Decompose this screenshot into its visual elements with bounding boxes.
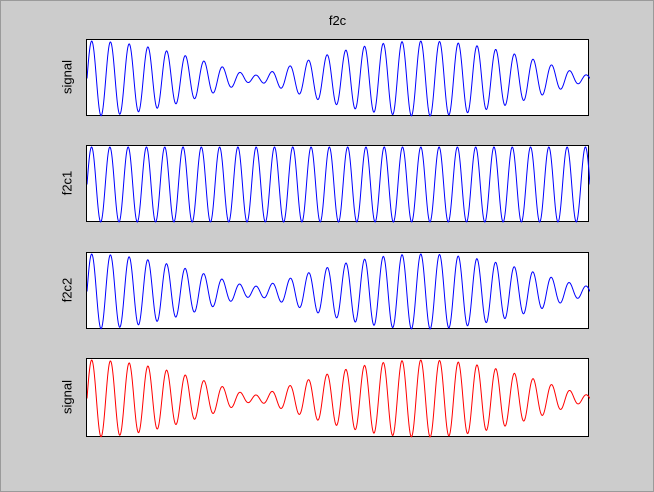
plot-2 (87, 146, 590, 223)
axes-4 (86, 358, 590, 438)
ylabel-4: signal (59, 380, 75, 414)
ylabel-3: f2c2 (59, 277, 75, 303)
series-line-2 (87, 146, 590, 223)
ylabel-1: signal (59, 60, 75, 94)
figure-window: f2c signal f2c1 f2c2 signal (0, 0, 654, 492)
series-line-4 (87, 359, 590, 438)
series-line-1 (87, 40, 590, 117)
series-line-3 (87, 253, 590, 330)
axes-2 (86, 145, 590, 223)
plot-4 (87, 359, 590, 438)
ylabel-2: f2c1 (59, 170, 75, 196)
axes-3 (86, 252, 590, 330)
axes-1 (86, 39, 590, 117)
figure-title: f2c (328, 13, 347, 28)
plot-3 (87, 253, 590, 330)
plot-1 (87, 40, 590, 117)
